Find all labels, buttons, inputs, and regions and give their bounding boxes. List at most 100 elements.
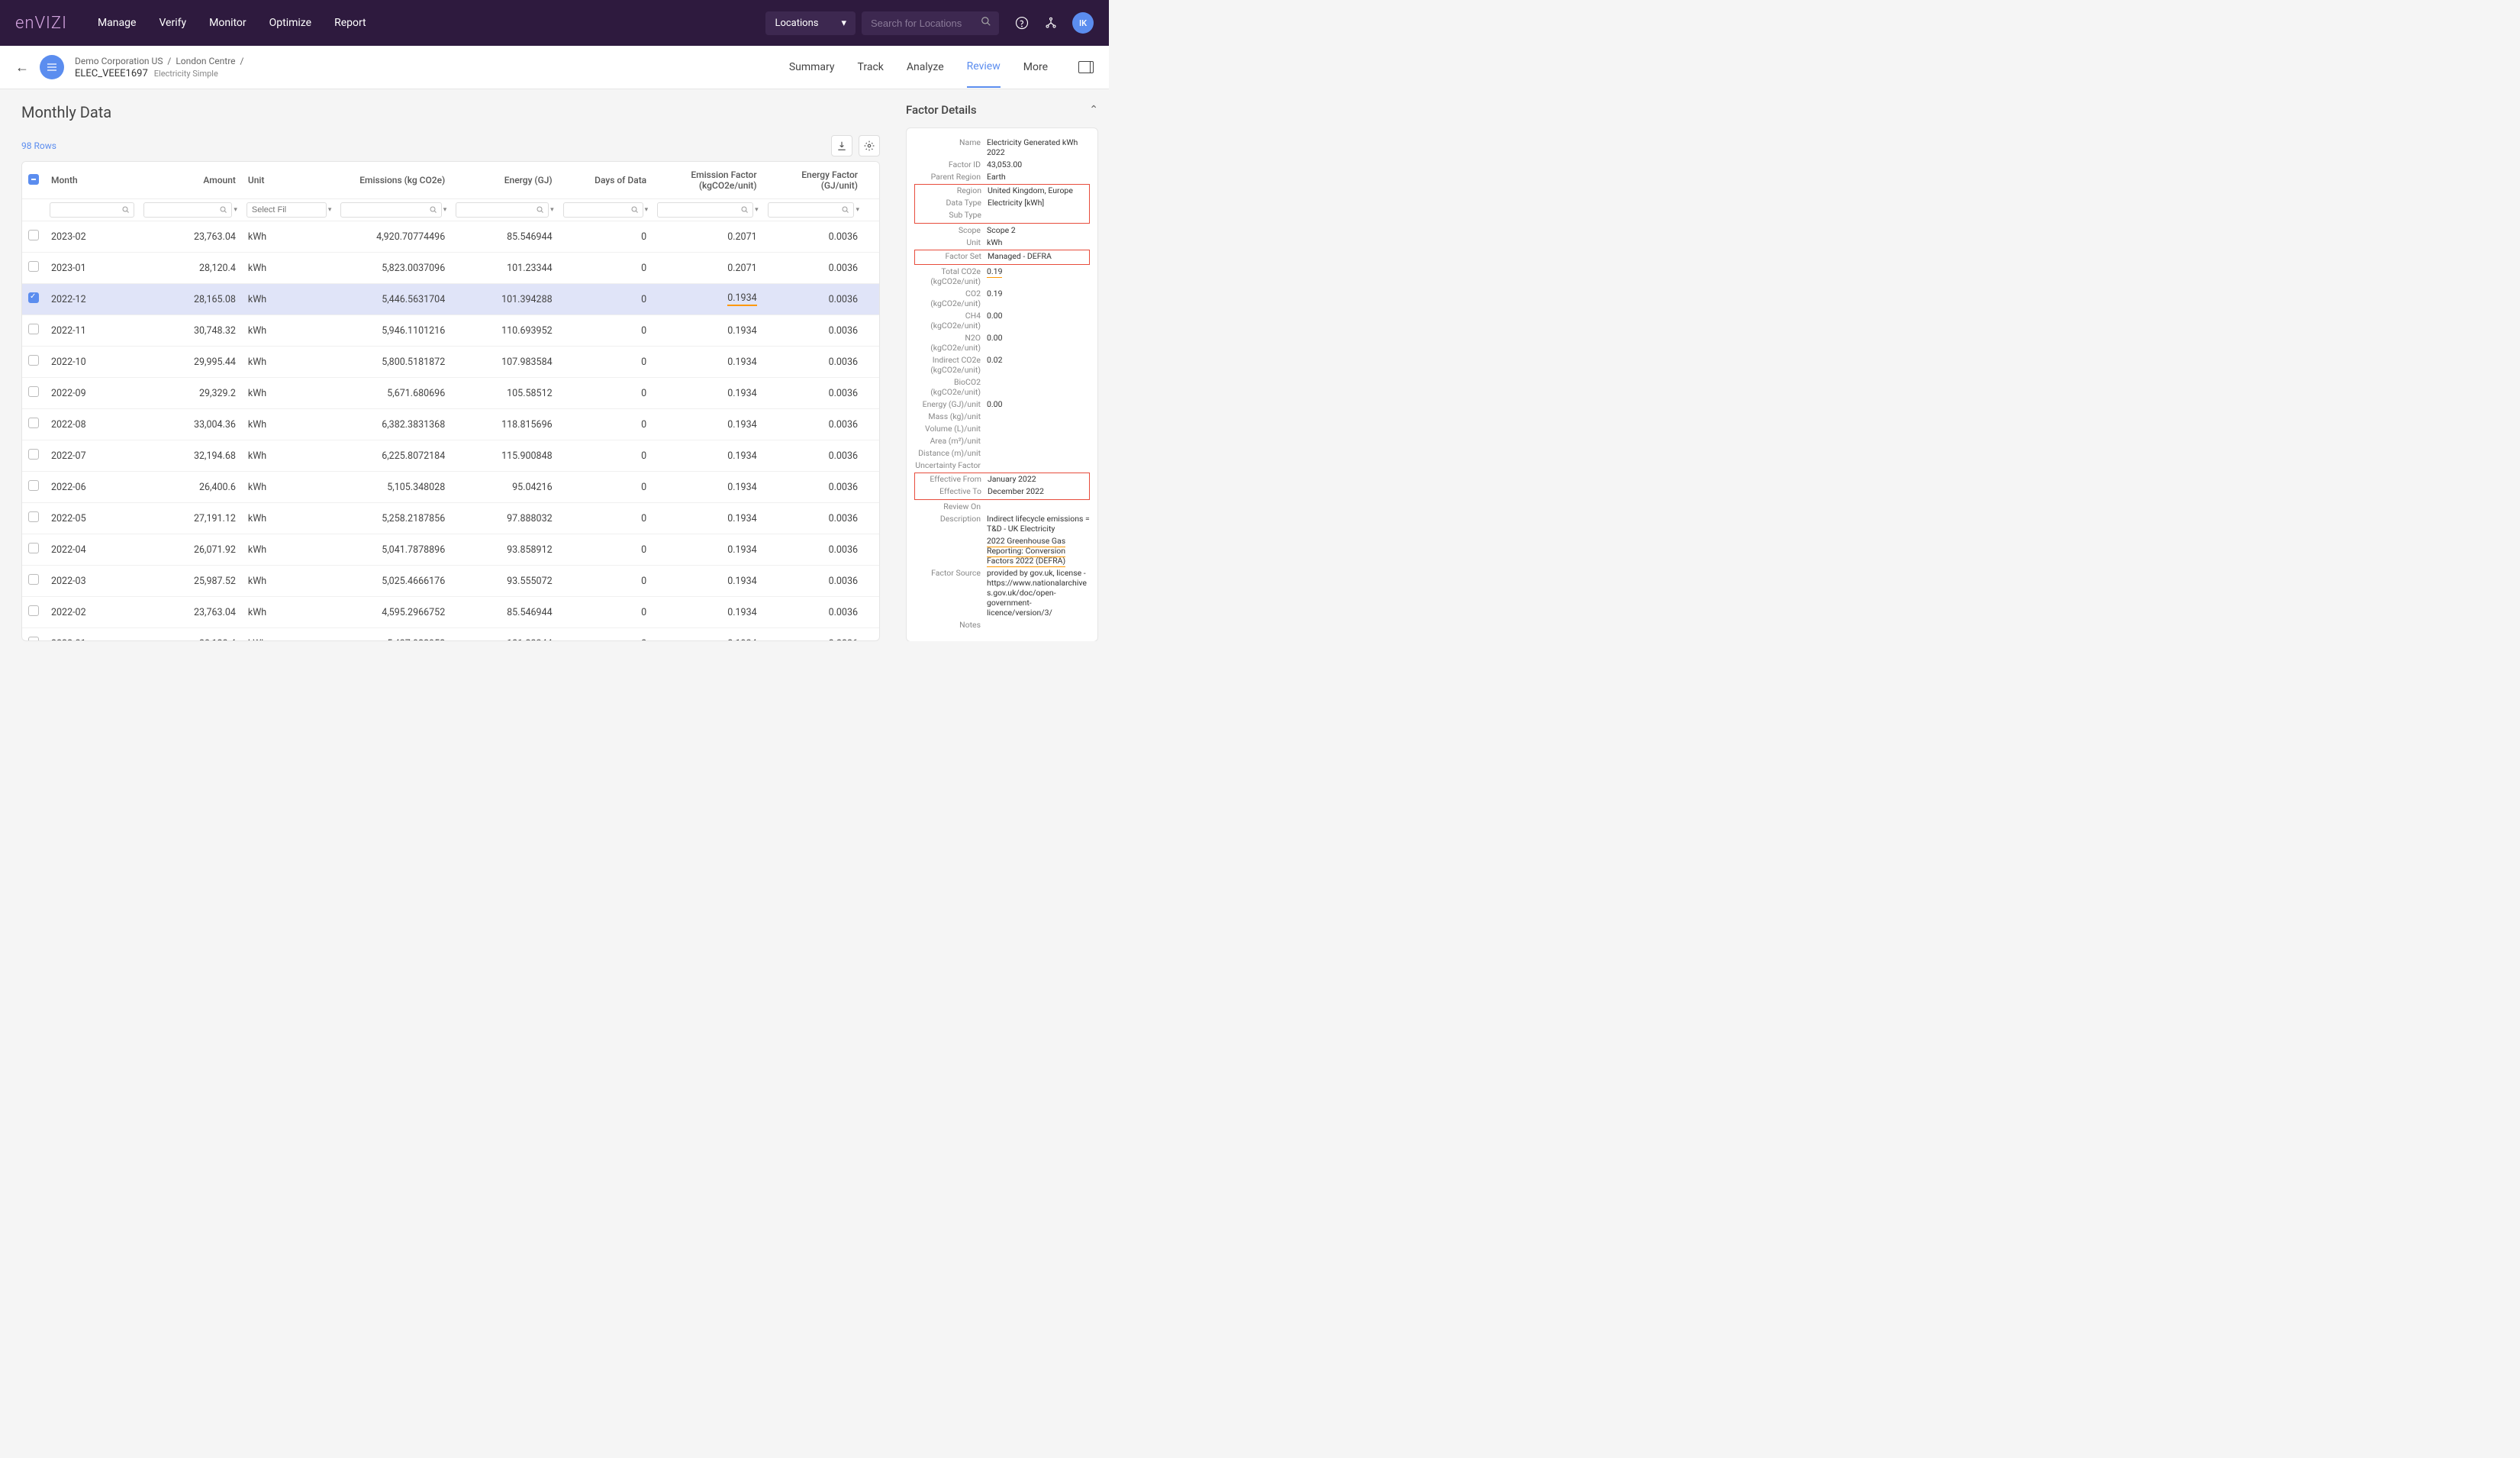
sort-energy-icon[interactable]: ▾ [550, 206, 554, 214]
table-row[interactable]: 2022-01 28,120.4 kWh 5,437.922952 101.23… [22, 628, 879, 641]
side-panel: Factor Details ⌃ NameElectricity Generat… [895, 89, 1109, 641]
tab-more[interactable]: More [1023, 47, 1048, 87]
row-checkbox[interactable] [28, 480, 39, 491]
tab-analyze[interactable]: Analyze [907, 47, 944, 87]
table-row[interactable]: 2022-08 33,004.36 kWh 6,382.3831368 118.… [22, 409, 879, 440]
cell-emissions: 5,025.4666176 [336, 566, 451, 597]
cell-ef: 0.1934 [653, 566, 762, 597]
sort-days-icon[interactable]: ▾ [645, 206, 649, 214]
detail-row: Total CO2e (kgCO2e/unit)0.19 [914, 266, 1090, 286]
nav-report[interactable]: Report [334, 17, 366, 29]
page-title: Monthly Data [21, 103, 895, 121]
item-id: ELEC_VEEE1697 [75, 68, 148, 79]
col-energyf[interactable]: Energy Factor (GJ/unit) [763, 162, 864, 199]
cell-emissions: 5,671.680696 [336, 378, 451, 409]
detail-row: Mass (kg)/unit [914, 411, 1090, 421]
cell-month: 2022-06 [45, 472, 139, 503]
filter-ef[interactable] [657, 202, 753, 218]
row-checkbox[interactable] [28, 261, 39, 272]
row-checkbox[interactable] [28, 292, 39, 303]
row-checkbox[interactable] [28, 418, 39, 428]
avatar[interactable]: IK [1072, 12, 1094, 34]
filter-amount[interactable] [143, 202, 233, 218]
col-month[interactable]: Month [45, 162, 139, 199]
col-amount[interactable]: Amount [139, 162, 242, 199]
sort-ef-icon[interactable]: ▾ [755, 206, 759, 214]
filter-emissions[interactable] [340, 202, 441, 218]
table-row[interactable]: 2022-06 26,400.6 kWh 5,105.348028 95.042… [22, 472, 879, 503]
row-checkbox[interactable] [28, 511, 39, 522]
nav-monitor[interactable]: Monitor [209, 17, 247, 29]
download-button[interactable] [831, 135, 852, 156]
detail-value: 0.00 [987, 311, 1090, 321]
row-checkbox[interactable] [28, 386, 39, 397]
table-row[interactable]: 2023-02 23,763.04 kWh 4,920.70774496 85.… [22, 221, 879, 253]
table-row[interactable]: 2022-10 29,995.44 kWh 5,800.5181872 107.… [22, 347, 879, 378]
cell-days: 0 [559, 503, 653, 534]
col-emissions[interactable]: Emissions (kg CO2e) [336, 162, 451, 199]
panel-toggle-button[interactable] [1078, 61, 1094, 73]
table-row[interactable]: 2022-05 27,191.12 kWh 5,258.2187856 97.8… [22, 503, 879, 534]
search-icon[interactable] [981, 16, 991, 27]
cell-month: 2022-02 [45, 597, 139, 628]
locations-dropdown[interactable]: Locations ▾ [765, 11, 856, 35]
col-ef[interactable]: Emission Factor (kgCO2e/unit) [653, 162, 762, 199]
filter-days[interactable] [563, 202, 643, 218]
content-area: Monthly Data 98 Rows Month [0, 89, 895, 641]
filter-unit[interactable] [247, 202, 327, 218]
detail-label: N2O (kgCO2e/unit) [914, 333, 987, 353]
table-row[interactable]: 2022-12 28,165.08 kWh 5,446.5631704 101.… [22, 284, 879, 315]
detail-value: 0.02 [987, 355, 1090, 365]
sort-emissions-icon[interactable]: ▾ [443, 206, 447, 214]
table-row[interactable]: 2022-09 29,329.2 kWh 5,671.680696 105.58… [22, 378, 879, 409]
table-meta: 98 Rows [21, 135, 895, 156]
breadcrumb-item-0[interactable]: Demo Corporation US [75, 56, 163, 66]
settings-button[interactable] [859, 135, 880, 156]
main-nav: Manage Verify Monitor Optimize Report [98, 17, 366, 29]
filter-energy[interactable] [456, 202, 549, 218]
search-input[interactable] [862, 11, 999, 35]
breadcrumb-item-1[interactable]: London Centre [176, 56, 235, 66]
col-energy[interactable]: Energy (GJ) [451, 162, 558, 199]
table-row[interactable]: 2022-02 23,763.04 kWh 4,595.2966752 85.5… [22, 597, 879, 628]
detail-value: 0.19 [987, 289, 1090, 298]
nav-optimize[interactable]: Optimize [269, 17, 311, 29]
sort-energyf-icon[interactable]: ▾ [856, 206, 859, 214]
org-icon[interactable] [1043, 15, 1059, 31]
table-row[interactable]: 2022-03 25,987.52 kWh 5,025.4666176 93.5… [22, 566, 879, 597]
col-days[interactable]: Days of Data [559, 162, 653, 199]
table-row[interactable]: 2023-01 28,120.4 kWh 5,823.0037096 101.2… [22, 253, 879, 284]
filter-energyf[interactable] [768, 202, 855, 218]
filter-month[interactable] [50, 202, 134, 218]
table-row[interactable]: 2022-04 26,071.92 kWh 5,041.7878896 93.8… [22, 534, 879, 566]
table-scroll[interactable]: Month Amount Unit Emissions (kg CO2e) En… [22, 162, 879, 640]
help-icon[interactable] [1014, 15, 1030, 31]
detail-value: Scope 2 [987, 225, 1090, 235]
sort-amount-icon[interactable]: ▾ [234, 206, 237, 214]
cell-energyf: 0.0036 [763, 409, 864, 440]
row-checkbox[interactable] [28, 324, 39, 334]
collapse-panel-icon[interactable]: ⌃ [1089, 104, 1098, 116]
tab-track[interactable]: Track [858, 47, 884, 87]
nav-verify[interactable]: Verify [159, 17, 186, 29]
table-row[interactable]: 2022-07 32,194.68 kWh 6,225.8072184 115.… [22, 440, 879, 472]
cell-month: 2022-10 [45, 347, 139, 378]
sort-unit-icon[interactable]: ▾ [328, 206, 332, 214]
cell-ef: 0.1934 [653, 472, 762, 503]
row-checkbox[interactable] [28, 355, 39, 366]
back-button[interactable]: ← [15, 60, 29, 76]
row-checkbox[interactable] [28, 574, 39, 585]
row-checkbox[interactable] [28, 543, 39, 553]
row-checkbox[interactable] [28, 605, 39, 616]
nav-manage[interactable]: Manage [98, 17, 136, 29]
col-unit[interactable]: Unit [242, 162, 337, 199]
tab-review[interactable]: Review [967, 47, 1001, 88]
select-all-checkbox[interactable] [28, 174, 39, 185]
tab-summary[interactable]: Summary [789, 47, 835, 87]
row-checkbox[interactable] [28, 449, 39, 460]
menu-button[interactable] [40, 55, 64, 79]
cell-emissions: 6,225.8072184 [336, 440, 451, 472]
row-checkbox[interactable] [28, 230, 39, 240]
row-checkbox[interactable] [28, 637, 39, 640]
table-row[interactable]: 2022-11 30,748.32 kWh 5,946.1101216 110.… [22, 315, 879, 347]
